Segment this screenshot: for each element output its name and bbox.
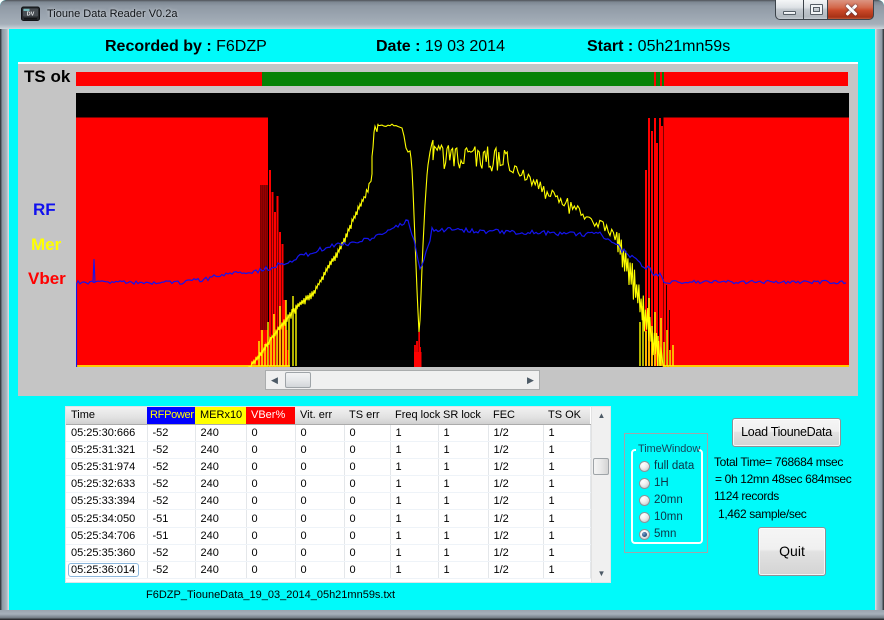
svg-text:DV: DV xyxy=(27,12,35,18)
